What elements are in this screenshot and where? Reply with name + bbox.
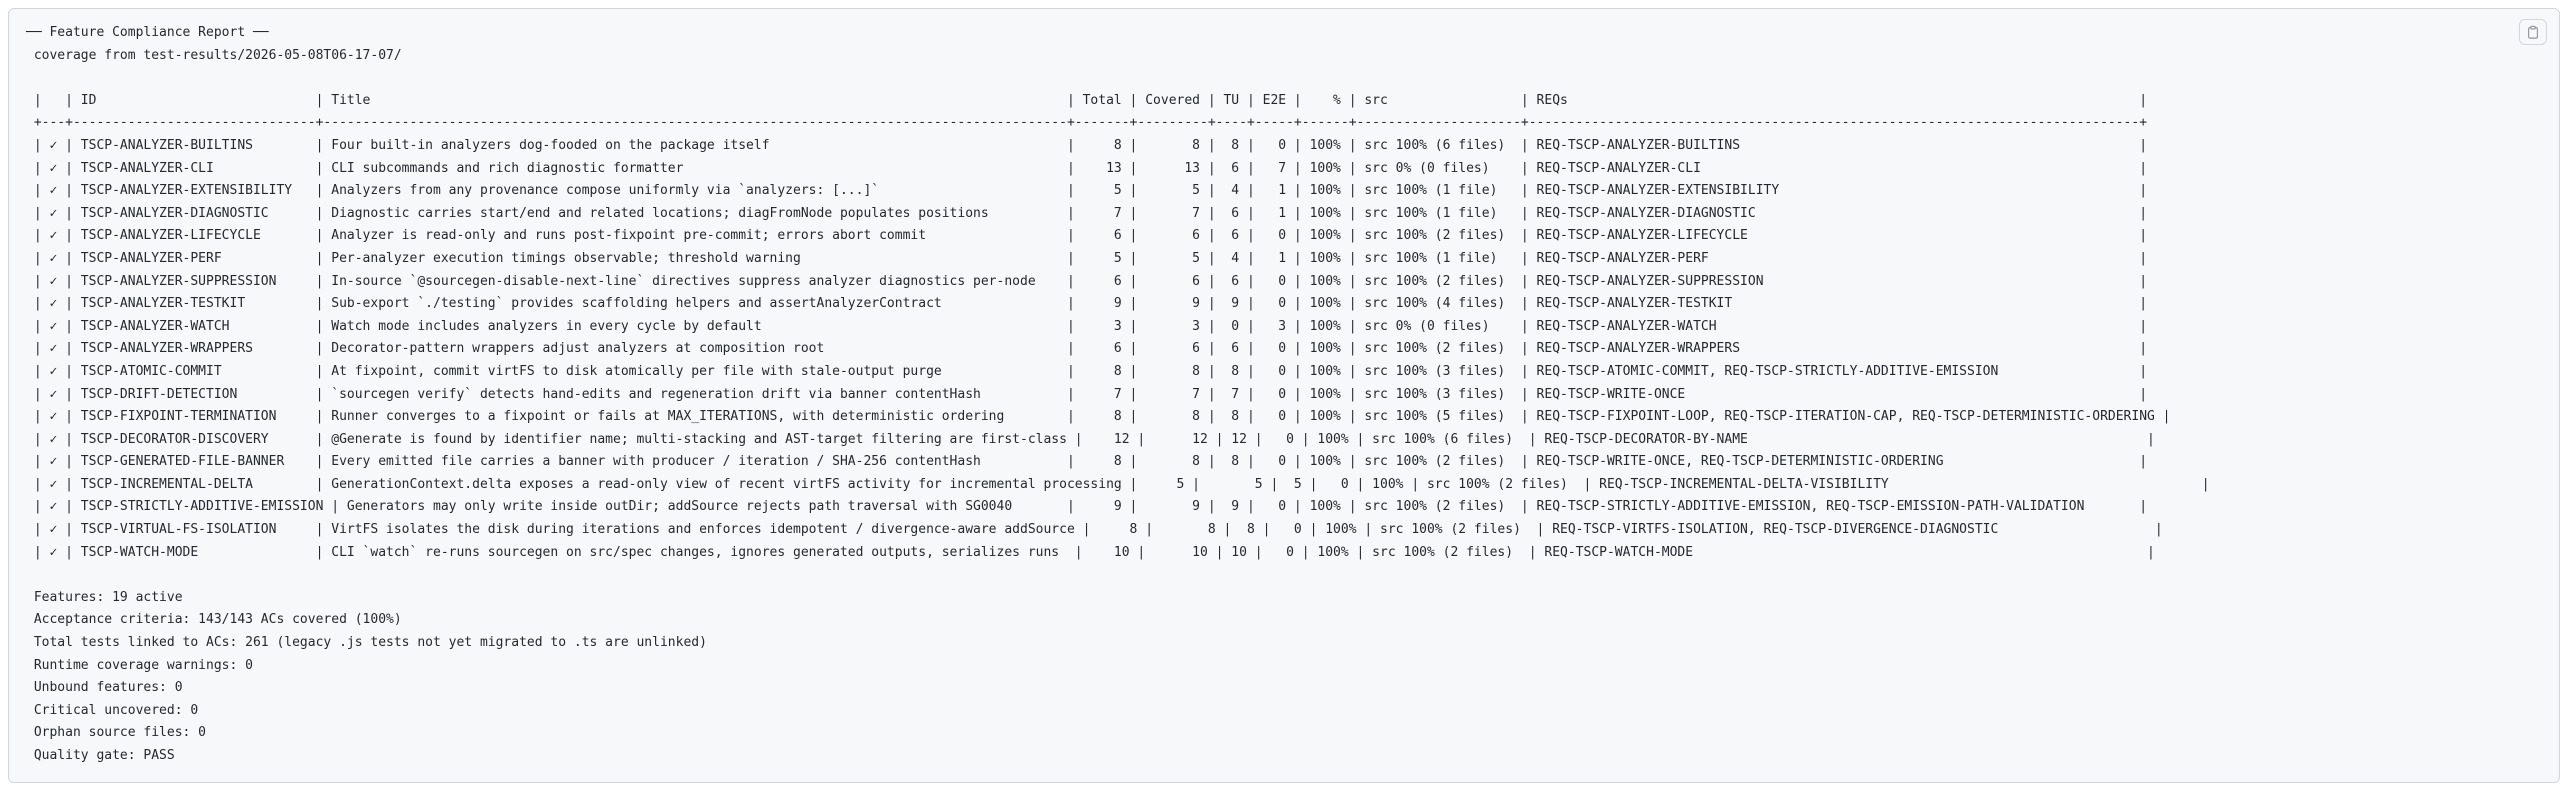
table-row: | ✓ | TSCP-VIRTUAL-FS-ISOLATION | VirtFS… [26, 522, 2163, 538]
table-row: | ✓ | TSCP-ANALYZER-PERF | Per-analyzer … [26, 250, 2148, 266]
table-row: | ✓ | TSCP-INCREMENTAL-DELTA | Generatio… [26, 476, 2210, 492]
table-row: | ✓ | TSCP-WATCH-MODE | CLI `watch` re-r… [26, 544, 2155, 560]
table-row: | ✓ | TSCP-DECORATOR-DISCOVERY | @Genera… [26, 431, 2155, 447]
summary-orphan-files: Orphan source files: 0 [26, 725, 207, 741]
summary-acceptance-criteria: Acceptance criteria: 143/143 ACs covered… [26, 612, 402, 628]
table-row: | ✓ | TSCP-STRICTLY-ADDITIVE-EMISSION | … [26, 499, 2148, 515]
table-row: | ✓ | TSCP-FIXPOINT-TERMINATION | Runner… [26, 409, 2171, 425]
copy-button[interactable] [2519, 19, 2547, 45]
summary-runtime-warnings: Runtime coverage warnings: 0 [26, 657, 253, 673]
summary-unbound-features: Unbound features: 0 [26, 680, 183, 696]
table-row: | ✓ | TSCP-ANALYZER-DIAGNOSTIC | Diagnos… [26, 205, 2148, 221]
table-row: | ✓ | TSCP-GENERATED-FILE-BANNER | Every… [26, 454, 2148, 470]
table-row: | ✓ | TSCP-ANALYZER-TESTKIT | Sub-export… [26, 296, 2148, 312]
summary-features: Features: 19 active [26, 589, 183, 605]
table-row: | ✓ | TSCP-DRIFT-DETECTION | `sourcegen … [26, 386, 2148, 402]
table-row: | ✓ | TSCP-ANALYZER-WATCH | Watch mode i… [26, 318, 2148, 334]
table-row: | ✓ | TSCP-ANALYZER-CLI | CLI subcommand… [26, 160, 2148, 176]
table-header: | | ID | Title | Total | Covered | TU | … [26, 92, 2148, 108]
table-row: | ✓ | TSCP-ANALYZER-LIFECYCLE | Analyzer… [26, 228, 2148, 244]
report-code-block: ── Feature Compliance Report ── coverage… [8, 8, 2560, 783]
table-row: | ✓ | TSCP-ANALYZER-EXTENSIBILITY | Anal… [26, 183, 2148, 199]
coverage-source: coverage from test-results/2026-05-08T06… [26, 47, 402, 63]
table-row: | ✓ | TSCP-ATOMIC-COMMIT | At fixpoint, … [26, 363, 2148, 379]
report-title: ── Feature Compliance Report ── [26, 25, 269, 40]
table-row: | ✓ | TSCP-ANALYZER-WRAPPERS | Decorator… [26, 341, 2148, 357]
summary-quality-gate: Quality gate: PASS [26, 748, 175, 763]
table-row: | ✓ | TSCP-ANALYZER-BUILTINS | Four buil… [26, 137, 2148, 153]
clipboard-icon [2528, 25, 2538, 39]
summary-total-tests: Total tests linked to ACs: 261 (legacy .… [26, 635, 707, 651]
summary-critical-uncovered: Critical uncovered: 0 [26, 702, 199, 718]
report-text: ── Feature Compliance Report ── coverage… [26, 22, 2210, 768]
table-separator: +---+-------------------------------+---… [26, 115, 2148, 131]
table-row: | ✓ | TSCP-ANALYZER-SUPPRESSION | In-sou… [26, 273, 2148, 289]
